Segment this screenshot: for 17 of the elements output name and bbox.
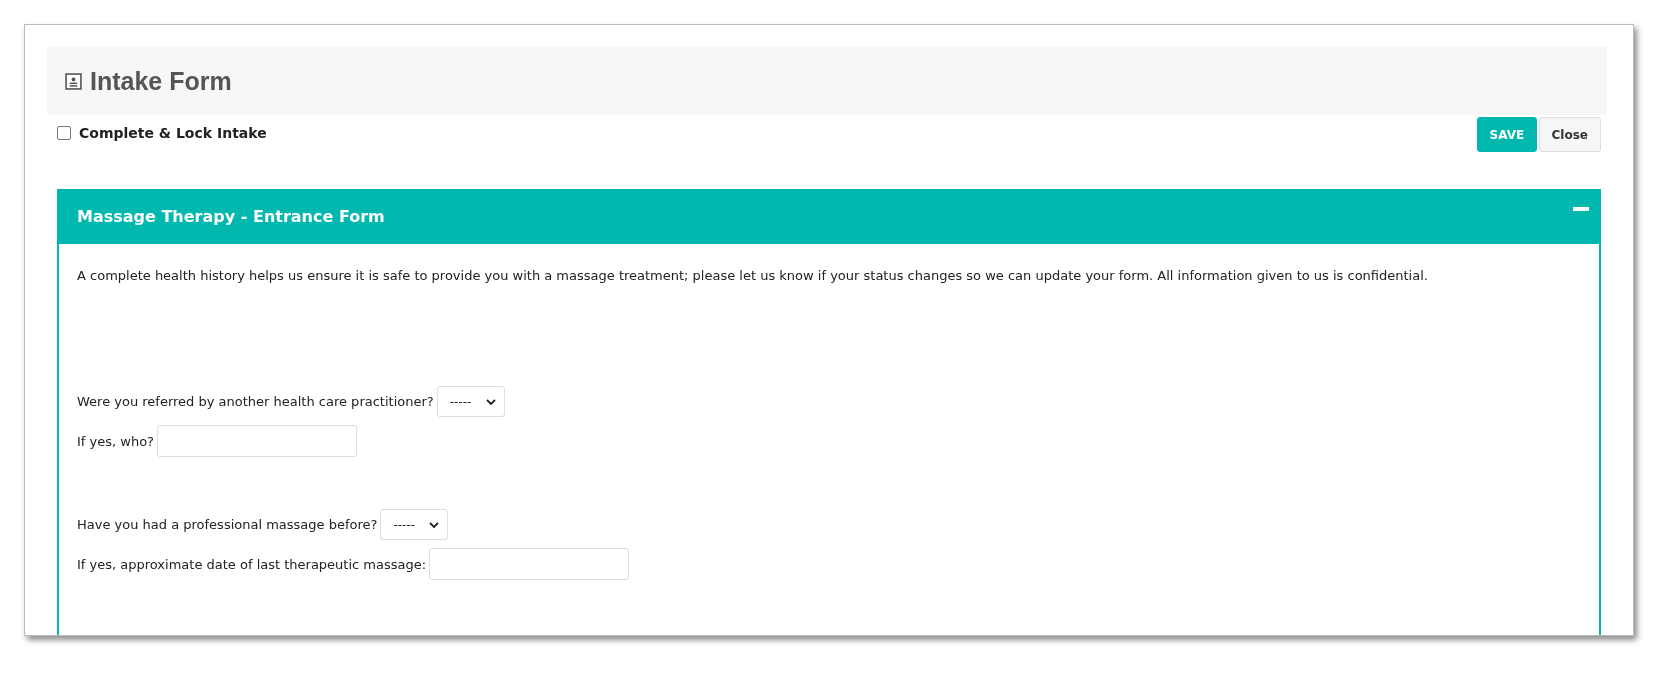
question-label: If yes, approximate date of last therapeutic massage: (77, 556, 427, 572)
select-field[interactable]: ----- (380, 509, 449, 540)
description-text: A complete health history helps us ensure it is safe to provide you with a massage treatment; please let us know if your status changes so we can update your form. All information given to us is confidential. (77, 267, 1429, 285)
input-field[interactable] (429, 548, 630, 580)
chevron-icon (485, 398, 496, 405)
page-title: Intake Form (90, 66, 232, 96)
input-field[interactable] (157, 425, 357, 457)
close-button[interactable]: Close (1538, 117, 1601, 152)
panel-title: Massage Therapy - Entrance Form (77, 207, 385, 226)
select-field[interactable]: ----- (436, 386, 505, 417)
lock-label: Complete & Lock Intake (79, 125, 267, 141)
question-label: Were you referred by another health care practitioner? (77, 394, 434, 409)
question-label: Have you had a professional massage before? (77, 517, 378, 532)
chevron-icon (429, 521, 440, 528)
lock-checkbox[interactable] (57, 126, 71, 140)
form-icon (65, 72, 82, 90)
question-label: If yes, who? (77, 433, 154, 449)
